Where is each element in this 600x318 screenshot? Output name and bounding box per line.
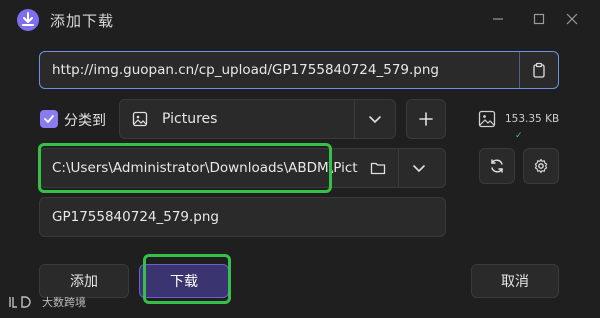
- file-size: 153.35 KB: [505, 113, 560, 125]
- plus-icon: [419, 112, 433, 126]
- filename-value[interactable]: GP1755840724_579.png: [40, 209, 219, 225]
- clipboard-icon: [533, 62, 545, 78]
- gear-icon: [534, 158, 548, 174]
- file-type-image-icon: [478, 110, 496, 128]
- filename-input[interactable]: GP1755840724_579.png: [39, 197, 446, 237]
- watermark: 大数跨境: [8, 294, 86, 310]
- add-button[interactable]: 添加: [39, 264, 129, 298]
- browse-folder-button[interactable]: [358, 149, 398, 187]
- category-checkbox-label[interactable]: 分类到: [64, 110, 106, 130]
- image-icon: [132, 111, 148, 127]
- file-status-check: ✓: [515, 131, 523, 141]
- url-value[interactable]: http://img.guopan.cn/cp_upload/GP1755840…: [40, 62, 519, 78]
- folder-icon: [370, 162, 386, 175]
- window-title: 添加下载: [50, 12, 115, 30]
- maximize-button[interactable]: [525, 8, 553, 30]
- refresh-icon: [491, 159, 503, 173]
- category-selected-value: Pictures: [162, 111, 218, 127]
- maximize-icon: [533, 13, 545, 25]
- chevron-down-icon: [413, 165, 425, 173]
- cancel-button[interactable]: 取消: [471, 264, 559, 298]
- close-button[interactable]: [558, 8, 586, 30]
- settings-button[interactable]: [523, 148, 559, 184]
- category-checkbox[interactable]: [40, 110, 58, 128]
- chevron-down-icon: [369, 116, 381, 124]
- path-dropdown-button[interactable]: [399, 161, 439, 175]
- watermark-text: 大数跨境: [42, 296, 86, 309]
- save-path-value[interactable]: C:\Users\Administrator\Downloads\ABDM\Pi…: [40, 160, 358, 176]
- paste-button[interactable]: [520, 52, 558, 88]
- minimize-icon: [493, 18, 503, 20]
- watermark-logo-icon: [9, 296, 31, 308]
- close-icon: [566, 13, 578, 25]
- add-category-button[interactable]: [406, 99, 446, 139]
- download-button[interactable]: 下载: [139, 264, 229, 298]
- refresh-button[interactable]: [479, 148, 515, 184]
- minimize-button[interactable]: [484, 8, 512, 30]
- save-path-input[interactable]: C:\Users\Administrator\Downloads\ABDM\Pi…: [39, 148, 446, 188]
- checkmark-icon: [44, 115, 54, 123]
- category-select[interactable]: Pictures: [119, 99, 396, 139]
- download-app-logo-icon: [16, 8, 40, 32]
- category-dropdown-button[interactable]: [355, 112, 395, 126]
- url-input[interactable]: http://img.guopan.cn/cp_upload/GP1755840…: [39, 51, 559, 89]
